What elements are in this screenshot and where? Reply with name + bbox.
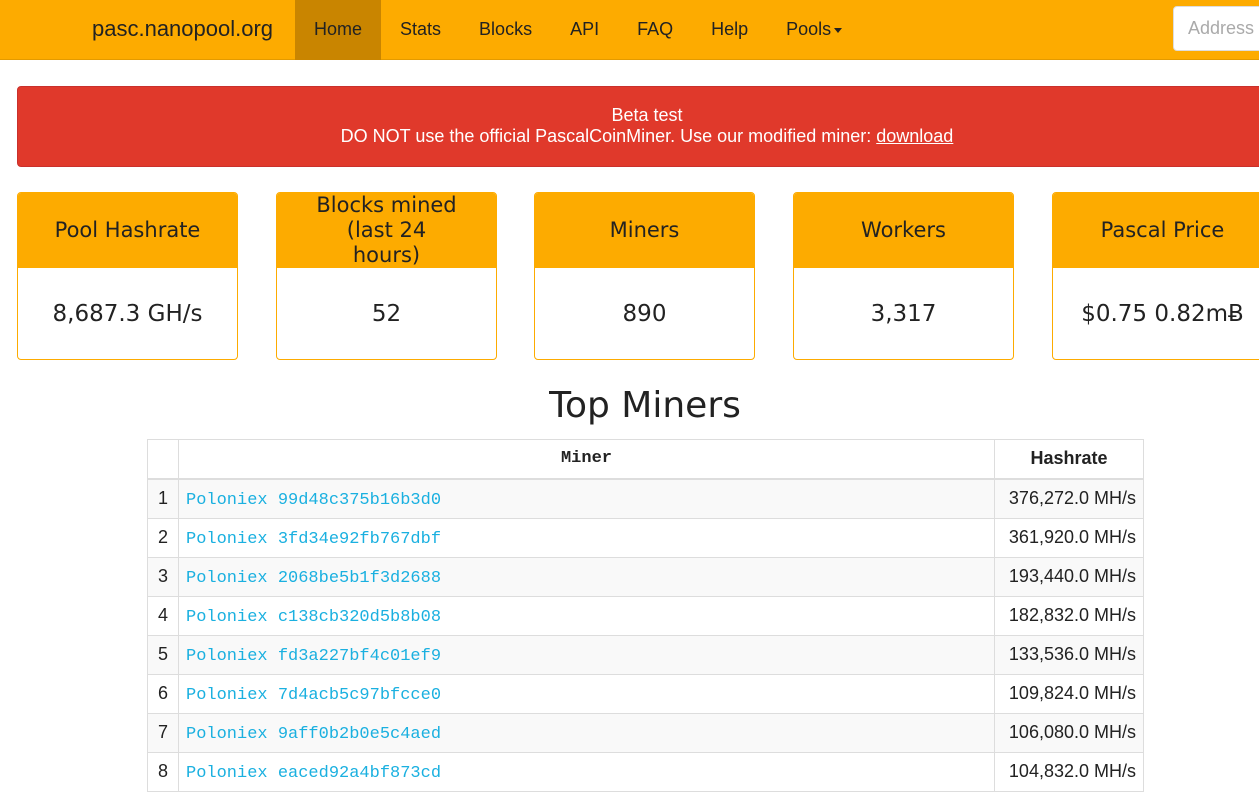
miner-link[interactable]: Poloniex fd3a227bf4c01ef9: [186, 647, 441, 666]
table-row: 1 Poloniex 99d48c375b16b3d0 376,272.0 MH…: [147, 478, 1144, 519]
address-search-input[interactable]: [1173, 6, 1259, 51]
nav-pools-label: Pools: [786, 19, 832, 39]
row-rank: 6: [147, 673, 179, 714]
rank-column-header: [147, 439, 179, 480]
row-rank: 1: [147, 478, 179, 519]
stat-value: $0.75 0.82mɃ: [1081, 300, 1244, 327]
row-miner: Poloniex eaced92a4bf873cd: [178, 751, 995, 792]
alert-text: DO NOT use the official PascalCoinMiner.…: [340, 126, 872, 146]
row-hashrate: 133,536.0 MH/s: [994, 634, 1144, 675]
beta-alert: Beta test DO NOT use the official Pascal…: [17, 86, 1259, 167]
top-miners-table: Miner Hashrate 1 Poloniex 99d48c375b16b3…: [147, 439, 1144, 792]
download-link[interactable]: download: [876, 126, 953, 146]
miner-link[interactable]: Poloniex 7d4acb5c97bfcce0: [186, 686, 441, 705]
table-row: 8 Poloniex eaced92a4bf873cd 104,832.0 MH…: [147, 751, 1144, 792]
stat-value: 8,687.3 GH/s: [52, 300, 203, 327]
miner-link[interactable]: Poloniex c138cb320d5b8b08: [186, 608, 441, 627]
row-rank: 4: [147, 595, 179, 636]
table-row: 6 Poloniex 7d4acb5c97bfcce0 109,824.0 MH…: [147, 673, 1144, 714]
row-hashrate: 182,832.0 MH/s: [994, 595, 1144, 636]
stat-label: Pascal Price: [1053, 193, 1259, 268]
row-miner: Poloniex 3fd34e92fb767dbf: [178, 517, 995, 558]
top-miners-title: Top Miners: [549, 385, 741, 426]
row-hashrate: 106,080.0 MH/s: [994, 712, 1144, 753]
stat-pool-hashrate: Pool Hashrate 8,687.3 GH/s: [17, 192, 238, 360]
row-hashrate: 109,824.0 MH/s: [994, 673, 1144, 714]
nav-blocks[interactable]: Blocks: [460, 0, 551, 60]
nav-home[interactable]: Home: [295, 0, 382, 60]
table-row: 5 Poloniex fd3a227bf4c01ef9 133,536.0 MH…: [147, 634, 1144, 675]
row-rank: 7: [147, 712, 179, 753]
stat-pascal-price: Pascal Price $0.75 0.82mɃ: [1052, 192, 1259, 360]
stat-value: 3,317: [870, 300, 937, 327]
row-hashrate: 361,920.0 MH/s: [994, 517, 1144, 558]
row-miner: Poloniex 9aff0b2b0e5c4aed: [178, 712, 995, 753]
miner-column-header[interactable]: Miner: [178, 439, 995, 480]
nav-help[interactable]: Help: [692, 0, 767, 60]
miner-link[interactable]: Poloniex 99d48c375b16b3d0: [186, 491, 441, 510]
row-miner: Poloniex c138cb320d5b8b08: [178, 595, 995, 636]
nav-faq[interactable]: FAQ: [618, 0, 692, 60]
miner-link[interactable]: Poloniex 3fd34e92fb767dbf: [186, 530, 441, 549]
stat-label: Miners: [535, 193, 754, 268]
stat-value: 52: [371, 300, 402, 327]
nav-pools-dropdown[interactable]: Pools: [767, 0, 861, 60]
row-hashrate: 376,272.0 MH/s: [994, 478, 1144, 519]
row-hashrate: 104,832.0 MH/s: [994, 751, 1144, 792]
row-rank: 8: [147, 751, 179, 792]
row-hashrate: 193,440.0 MH/s: [994, 556, 1144, 597]
stat-miners: Miners 890: [534, 192, 755, 360]
stat-value: 890: [622, 300, 667, 327]
table-row: 2 Poloniex 3fd34e92fb767dbf 361,920.0 MH…: [147, 517, 1144, 558]
alert-title: Beta test: [611, 105, 683, 125]
row-miner: Poloniex 2068be5b1f3d2688: [178, 556, 995, 597]
table-row: 4 Poloniex c138cb320d5b8b08 182,832.0 MH…: [147, 595, 1144, 636]
brand-link[interactable]: pasc.nanopool.org: [92, 0, 273, 60]
row-miner: Poloniex 7d4acb5c97bfcce0: [178, 673, 995, 714]
table-header-row: Miner Hashrate: [147, 439, 1144, 480]
row-miner: Poloniex fd3a227bf4c01ef9: [178, 634, 995, 675]
row-rank: 5: [147, 634, 179, 675]
table-row: 3 Poloniex 2068be5b1f3d2688 193,440.0 MH…: [147, 556, 1144, 597]
nav-menu: Home Stats Blocks API FAQ Help Pools: [295, 0, 861, 60]
table-row: 7 Poloniex 9aff0b2b0e5c4aed 106,080.0 MH…: [147, 712, 1144, 753]
stat-label: Workers: [794, 193, 1013, 268]
stat-blocks-mined: Blocks mined (last 24 hours) 52: [276, 192, 497, 360]
miner-link[interactable]: Poloniex 2068be5b1f3d2688: [186, 569, 441, 588]
alert-message: DO NOT use the official PascalCoinMiner.…: [18, 126, 1259, 147]
nav-api[interactable]: API: [551, 0, 618, 60]
nav-stats[interactable]: Stats: [381, 0, 460, 60]
stat-label: Pool Hashrate: [18, 193, 237, 268]
miner-link[interactable]: Poloniex eaced92a4bf873cd: [186, 764, 441, 783]
hashrate-column-header[interactable]: Hashrate: [994, 439, 1144, 480]
stat-workers: Workers 3,317: [793, 192, 1014, 360]
row-rank: 2: [147, 517, 179, 558]
row-rank: 3: [147, 556, 179, 597]
caret-down-icon: [834, 27, 843, 33]
stat-label: Blocks mined (last 24 hours): [277, 193, 496, 268]
top-navbar: pasc.nanopool.org Home Stats Blocks API …: [0, 0, 1259, 60]
row-miner: Poloniex 99d48c375b16b3d0: [178, 478, 995, 519]
miner-link[interactable]: Poloniex 9aff0b2b0e5c4aed: [186, 725, 441, 744]
